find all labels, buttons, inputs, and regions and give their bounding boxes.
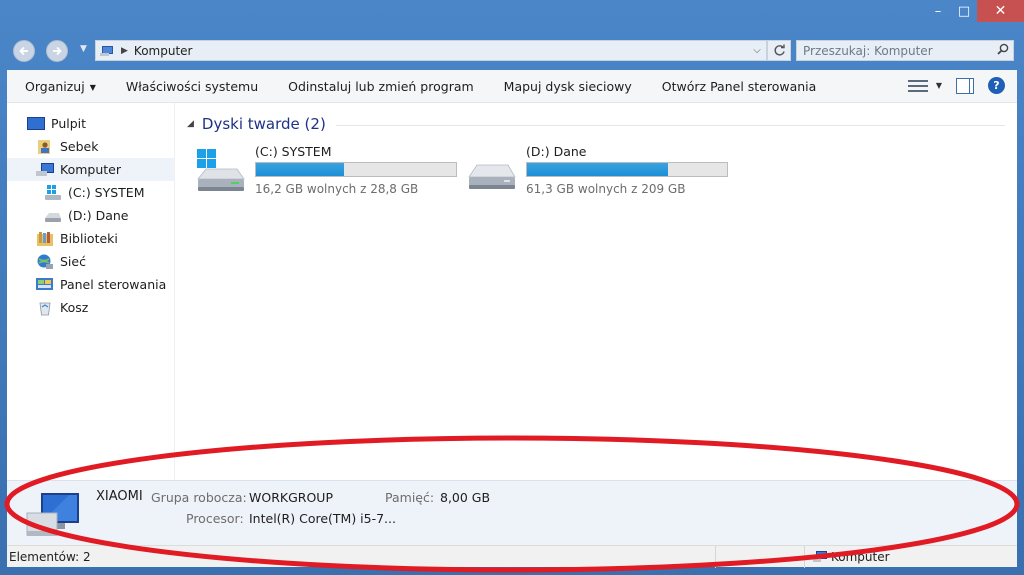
group-header-hard-drives[interactable]: ◢ Dyski twarde (2) [187, 115, 1005, 133]
sidebar-item-komputer[interactable]: Komputer [7, 158, 174, 181]
drive-free-space: 16,2 GB wolnych z 28,8 GB [255, 182, 419, 196]
collapse-triangle-icon[interactable]: ◢ [187, 119, 194, 129]
preview-pane-icon[interactable] [956, 77, 974, 94]
workgroup-value: WORKGROUP [249, 490, 333, 505]
sidebar-item-siec[interactable]: Sieć [7, 250, 174, 273]
main-area: Pulpit Sebek Komputer (C:) SYSTEM (D:) D… [7, 103, 1017, 480]
status-divider [715, 546, 716, 568]
recycle-bin-icon [39, 302, 51, 315]
organize-button[interactable]: Organizuj ▼ [7, 79, 111, 94]
network-icon [37, 254, 53, 269]
usage-bar [255, 162, 457, 177]
sidebar-item-sebek[interactable]: Sebek [7, 135, 174, 158]
sidebar-item-label: Biblioteki [60, 231, 118, 246]
sidebar-item-label: Sebek [60, 139, 99, 154]
view-list-icon [907, 78, 928, 94]
desktop-icon [27, 116, 45, 130]
sidebar-item-kosz[interactable]: Kosz [7, 296, 174, 319]
drive-item-data[interactable]: (D:) Dane 61,3 GB wolnych z 209 GB [466, 143, 736, 203]
command-bar: Organizuj ▼ Właściwości systemu Odinstalu… [7, 70, 1017, 103]
drive-name: (C:) SYSTEM [255, 144, 332, 159]
address-bar[interactable]: ▶ Komputer ⌵ [95, 40, 767, 61]
sidebar-item-biblioteki[interactable]: Biblioteki [7, 227, 174, 250]
drive-icon [45, 212, 61, 222]
chevron-down-icon[interactable]: ⌵ [748, 45, 766, 56]
explorer-window: – □ ✕ ▼ ▶ Komputer ⌵ Przeszukaj: Kompute… [0, 0, 1024, 575]
chevron-right-icon[interactable]: ▶ [121, 46, 128, 56]
usage-bar-fill [256, 163, 344, 176]
sidebar-item-system-drive[interactable]: (C:) SYSTEM [7, 181, 174, 204]
workgroup-label: Grupa robocza: [151, 490, 247, 505]
minimize-button[interactable]: – [925, 0, 951, 22]
close-button[interactable]: ✕ [977, 0, 1024, 22]
system-drive-icon [45, 184, 61, 200]
group-divider [335, 124, 1005, 126]
map-network-drive-button[interactable]: Mapuj dysk sieciowy [489, 79, 647, 94]
back-button[interactable] [13, 40, 35, 62]
usage-bar-fill [527, 163, 669, 176]
memory-label: Pamięć: [385, 490, 435, 505]
address-path[interactable]: Komputer [134, 44, 748, 58]
help-icon[interactable]: ? [988, 77, 1005, 94]
memory-value: 8,00 GB [440, 490, 491, 505]
system-drive-icon [197, 149, 245, 191]
organize-label: Organizuj [25, 78, 85, 94]
caret-down-icon: ▼ [935, 81, 942, 90]
navigation-pane: Pulpit Sebek Komputer (C:) SYSTEM (D:) D… [7, 103, 175, 480]
user-folder-icon [38, 139, 50, 154]
drive-free-space: 61,3 GB wolnych z 209 GB [526, 182, 686, 196]
search-icon[interactable] [993, 43, 1013, 59]
search-box[interactable]: Przeszukaj: Komputer [796, 40, 1014, 61]
caret-down-icon: ▼ [89, 82, 96, 92]
status-bar: Elementów: 2 Komputer [7, 545, 1017, 568]
computer-icon [36, 162, 54, 176]
computer-name: XIAOMI [96, 489, 143, 504]
item-count: Elementów: 2 [9, 550, 91, 564]
status-divider [804, 546, 805, 568]
control-panel-icon [36, 277, 53, 290]
sidebar-item-data-drive[interactable]: (D:) Dane [7, 204, 174, 227]
drive-item-system[interactable]: (C:) SYSTEM 16,2 GB wolnych z 28,8 GB [195, 143, 465, 203]
sidebar-item-label: Kosz [60, 300, 89, 315]
recent-locations-dropdown[interactable]: ▼ [80, 44, 87, 54]
back-arrow-icon [19, 46, 28, 56]
sidebar-item-pulpit[interactable]: Pulpit [7, 112, 174, 135]
sidebar-item-label: Pulpit [51, 116, 87, 131]
forward-arrow-icon [53, 46, 62, 56]
computer-icon [813, 551, 827, 562]
details-pane: XIAOMI Grupa robocza: WORKGROUP Pamięć: … [7, 480, 1017, 545]
system-properties-button[interactable]: Właściwości systemu [111, 79, 273, 94]
sidebar-item-panel-sterowania[interactable]: Panel sterowania [7, 273, 174, 296]
maximize-button[interactable]: □ [951, 0, 977, 22]
computer-icon [26, 493, 79, 536]
open-control-panel-button[interactable]: Otwórz Panel sterowania [647, 79, 832, 94]
sidebar-item-label: (D:) Dane [68, 208, 129, 223]
usage-bar [526, 162, 728, 177]
status-location: Komputer [813, 550, 890, 564]
refresh-icon [773, 44, 785, 56]
caption-buttons: – □ ✕ [925, 0, 1024, 24]
refresh-button[interactable] [767, 40, 791, 61]
navigation-bar: ▼ ▶ Komputer ⌵ Przeszukaj: Komputer [0, 36, 1024, 66]
search-input[interactable]: Przeszukaj: Komputer [803, 44, 993, 58]
sidebar-item-label: (C:) SYSTEM [68, 185, 145, 200]
status-location-label: Komputer [831, 550, 890, 564]
file-list: ◢ Dyski twarde (2) (C:) SYSTEM 16,2 GB w… [183, 103, 1017, 480]
forward-button[interactable] [46, 40, 68, 62]
change-view-button[interactable]: ▼ [907, 78, 942, 94]
sidebar-item-label: Sieć [60, 254, 86, 269]
drive-name: (D:) Dane [526, 144, 587, 159]
group-title: Dyski twarde (2) [201, 115, 326, 133]
processor-label: Procesor: [186, 511, 244, 526]
drive-icon [468, 164, 516, 189]
libraries-icon [37, 231, 53, 246]
sidebar-item-label: Komputer [60, 162, 121, 177]
processor-value: Intel(R) Core(TM) i5-7... [249, 511, 396, 526]
uninstall-program-button[interactable]: Odinstaluj lub zmień program [273, 79, 489, 94]
computer-icon [100, 45, 113, 56]
sidebar-item-label: Panel sterowania [60, 277, 167, 292]
